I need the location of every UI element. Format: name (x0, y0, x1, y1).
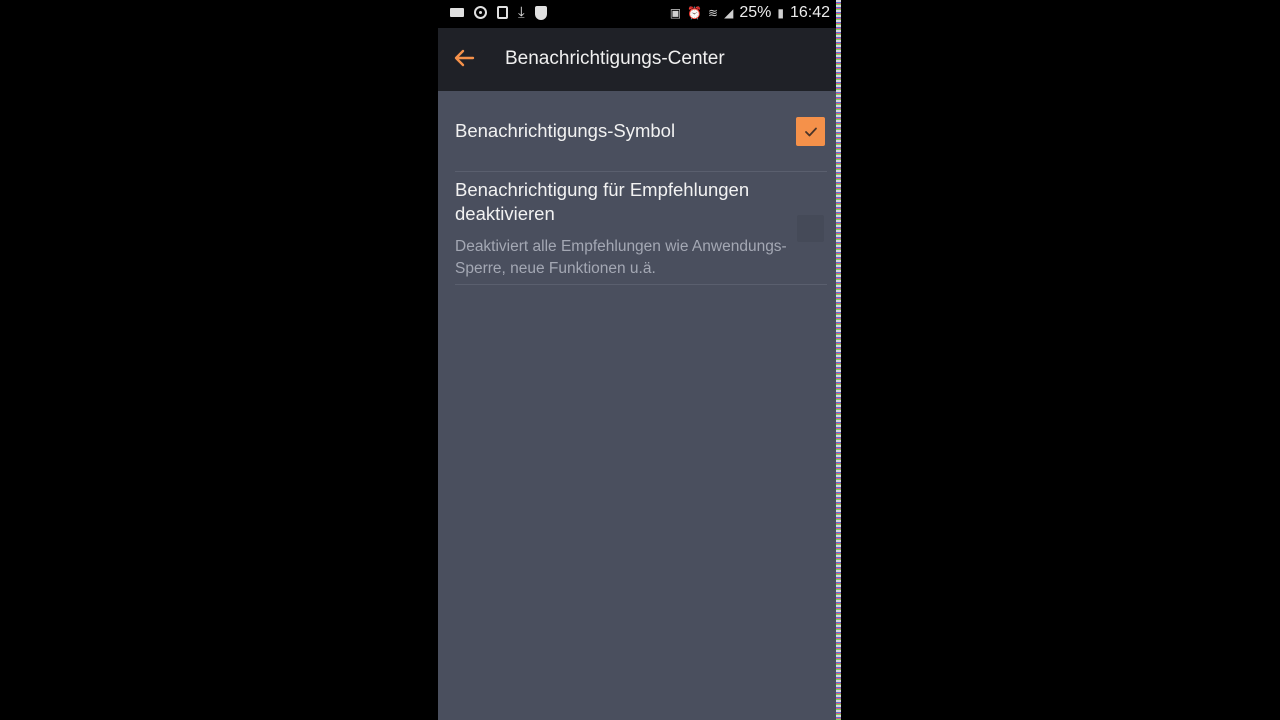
screen-edge-artifact (836, 0, 841, 720)
wifi-icon: ≋ (708, 6, 719, 20)
document-icon (497, 6, 508, 19)
status-bar-system-icons: ▣ ⏰ ≋ ◢ 25% ▮ 16:42 (670, 4, 830, 22)
nfc-icon: ▣ (669, 6, 682, 20)
video-camera-icon (450, 8, 464, 17)
checkmark-icon (804, 127, 817, 136)
app-toolbar: Benachrichtigungs-Center (438, 28, 836, 91)
setting-label: Benachrichtigung für Empfehlungen deakti… (455, 179, 750, 224)
status-bar-notification-icons: ⤓ (450, 5, 547, 20)
notification-icon-checkbox[interactable] (796, 117, 825, 146)
battery-percent: 25% (739, 4, 772, 21)
sync-icon (474, 6, 487, 19)
shield-icon (534, 5, 547, 20)
battery-icon: ▮ (777, 6, 784, 20)
download-icon: ⤓ (518, 4, 525, 21)
disable-recommendations-checkbox[interactable] (797, 215, 824, 242)
setting-row-notification-icon[interactable]: Benachrichtigungs-Symbol (438, 91, 836, 171)
status-bar: ⤓ ▣ ⏰ ≋ ◢ 25% ▮ 16:42 (438, 0, 836, 28)
back-arrow-icon[interactable] (452, 46, 476, 70)
signal-icon: ◢ (724, 6, 734, 20)
alarm-icon: ⏰ (687, 6, 703, 20)
setting-label: Benachrichtigungs-Symbol (455, 120, 676, 141)
clock: 16:42 (789, 4, 830, 21)
page-title: Benachrichtigungs-Center (505, 48, 725, 69)
row-divider (455, 284, 827, 285)
setting-row-disable-recommendations[interactable]: Benachrichtigung für Empfehlungen deakti… (438, 172, 836, 284)
setting-summary: Deaktiviert alle Empfehlungen wie Anwend… (455, 238, 787, 277)
phone-screen: ⤓ ▣ ⏰ ≋ ◢ 25% ▮ 16:42 Benachrichtigungs-… (438, 0, 836, 720)
